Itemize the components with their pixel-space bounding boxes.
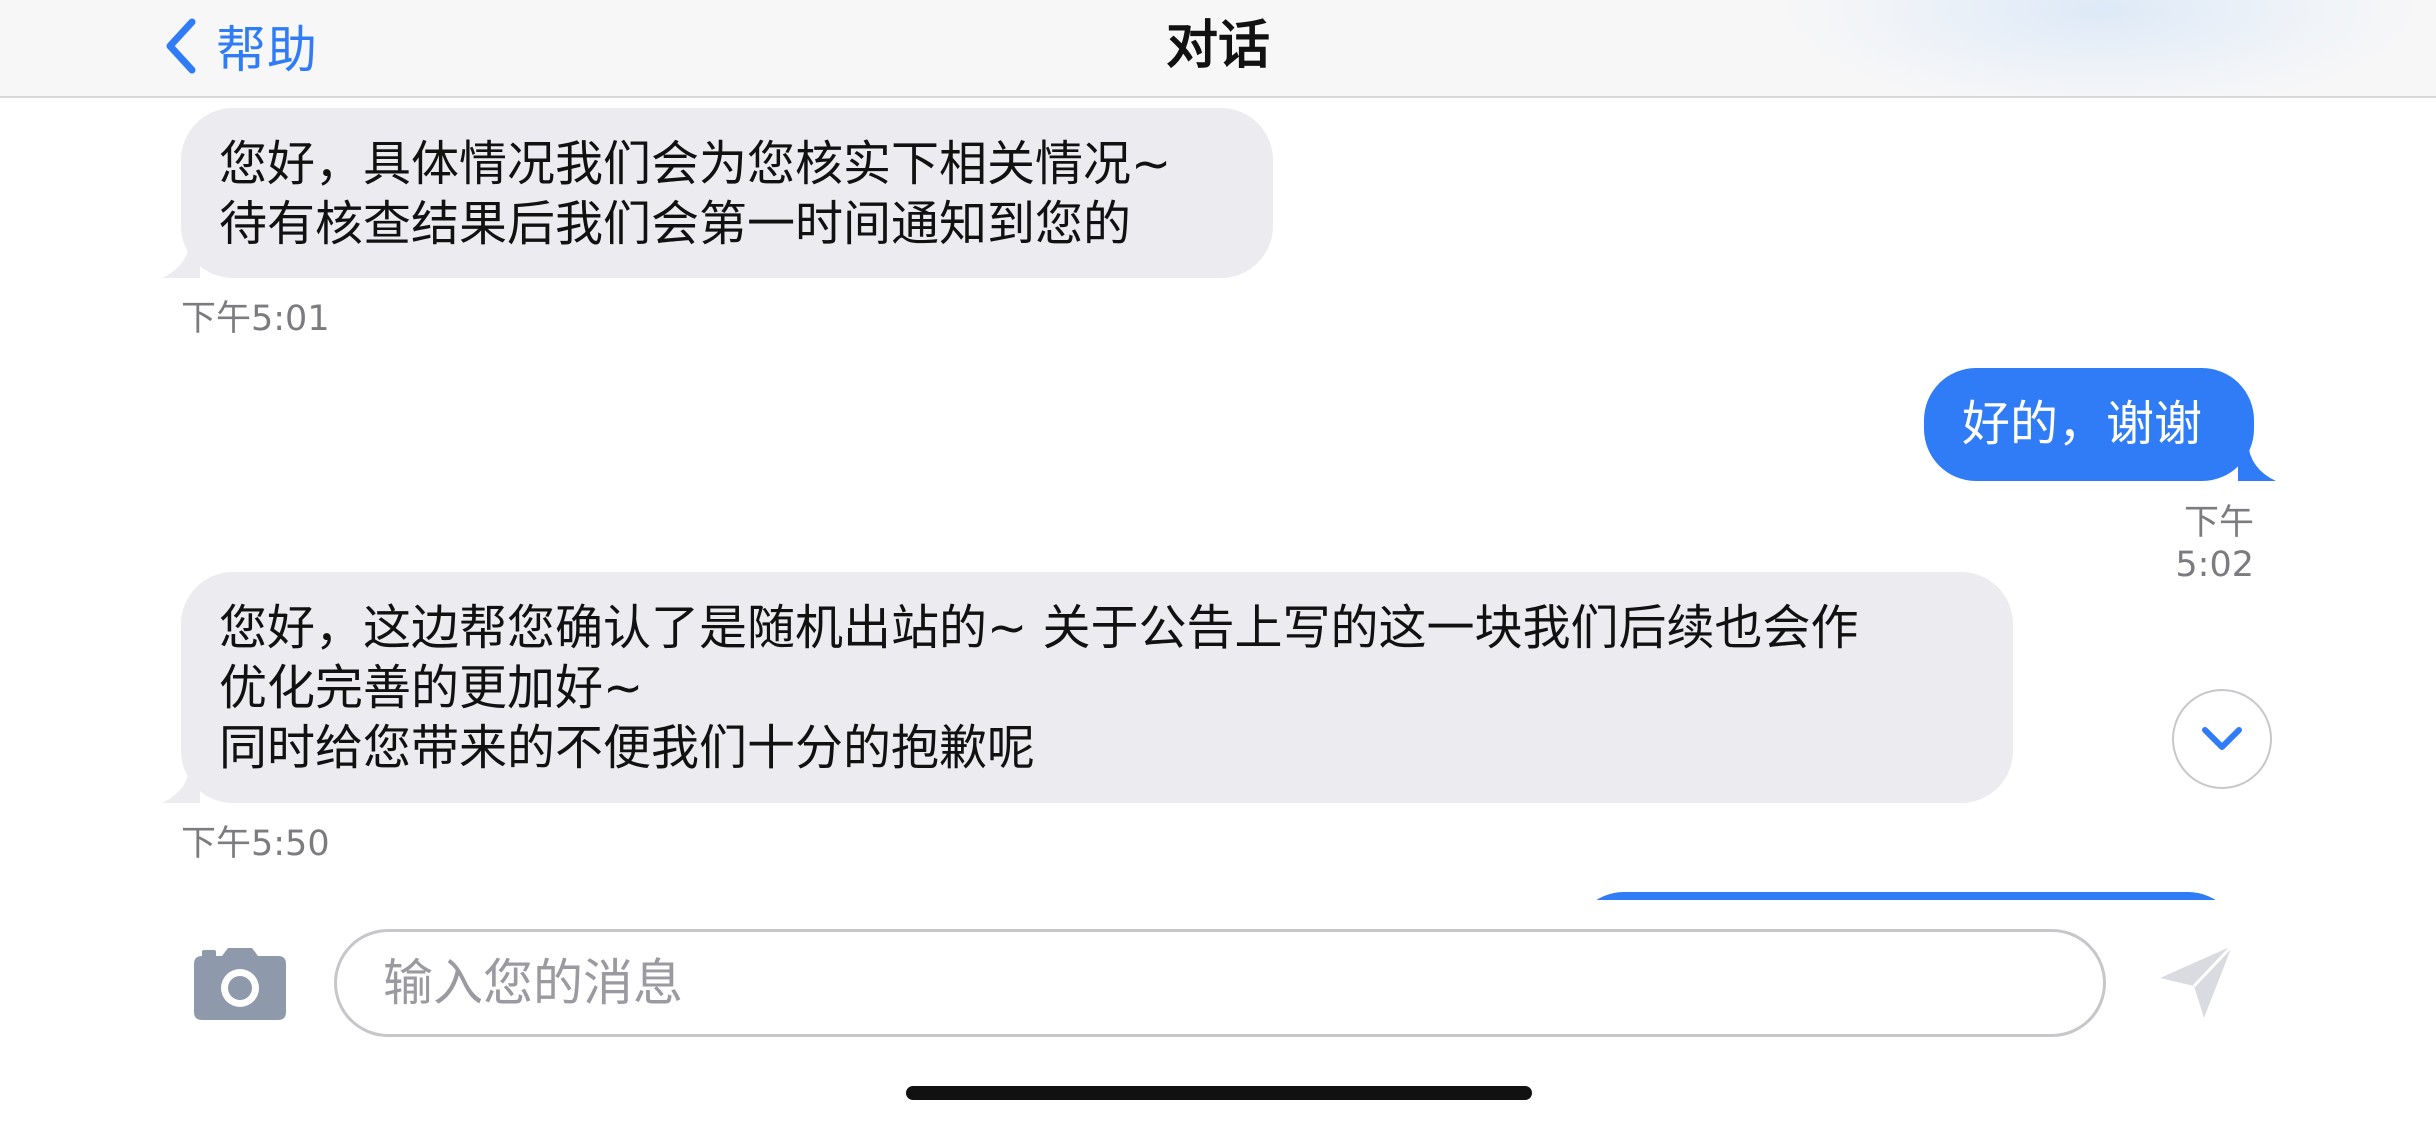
message-bubble-incoming[interactable]: 您好，这边帮您确认了是随机出站的~ 关于公告上写的这一块我们后续也会作 优化完善… — [181, 572, 2013, 803]
message-text: 待有核查结果后我们会第一时间通知到您的 — [219, 196, 1132, 252]
bubble-tail-incoming — [162, 765, 200, 803]
message-text: 您好，具体情况我们会为您核实下相关情况~ — [219, 136, 1172, 192]
message-text: 您好，这边帮您确认了是随机出站的~ 关于公告上写的这一块我们后续也会作 — [219, 600, 1859, 656]
message-text: 好的，谢谢 — [1962, 396, 2203, 452]
home-indicator — [906, 1086, 1532, 1100]
chevron-down-icon — [2202, 727, 2242, 750]
message-text: 优化完善的更加好~ — [219, 660, 644, 716]
bubble-tail-incoming — [162, 240, 200, 278]
message-timestamp: 下午5:50 — [181, 824, 330, 864]
message-timestamp: 下午5:02 — [2175, 503, 2254, 585]
message-input[interactable] — [334, 929, 2106, 1037]
message-bubble-outgoing[interactable]: 好的，谢谢 — [1924, 368, 2254, 481]
message-bubble-incoming[interactable]: 您好，具体情况我们会为您核实下相关情况~ 待有核查结果后我们会第一时间通知到您的 — [181, 108, 1273, 278]
message-timestamp: 下午5:01 — [181, 299, 330, 339]
scroll-to-bottom-button[interactable] — [2172, 689, 2272, 789]
nav-bar: 帮助 对话 — [0, 0, 2436, 98]
message-text: 同时给您带来的不便我们十分的抱歉呢 — [219, 720, 1036, 776]
bubble-tail-outgoing — [2238, 443, 2276, 481]
camera-icon[interactable] — [194, 948, 286, 1020]
page-title: 对话 — [1165, 16, 1270, 76]
send-icon[interactable] — [2156, 942, 2236, 1022]
